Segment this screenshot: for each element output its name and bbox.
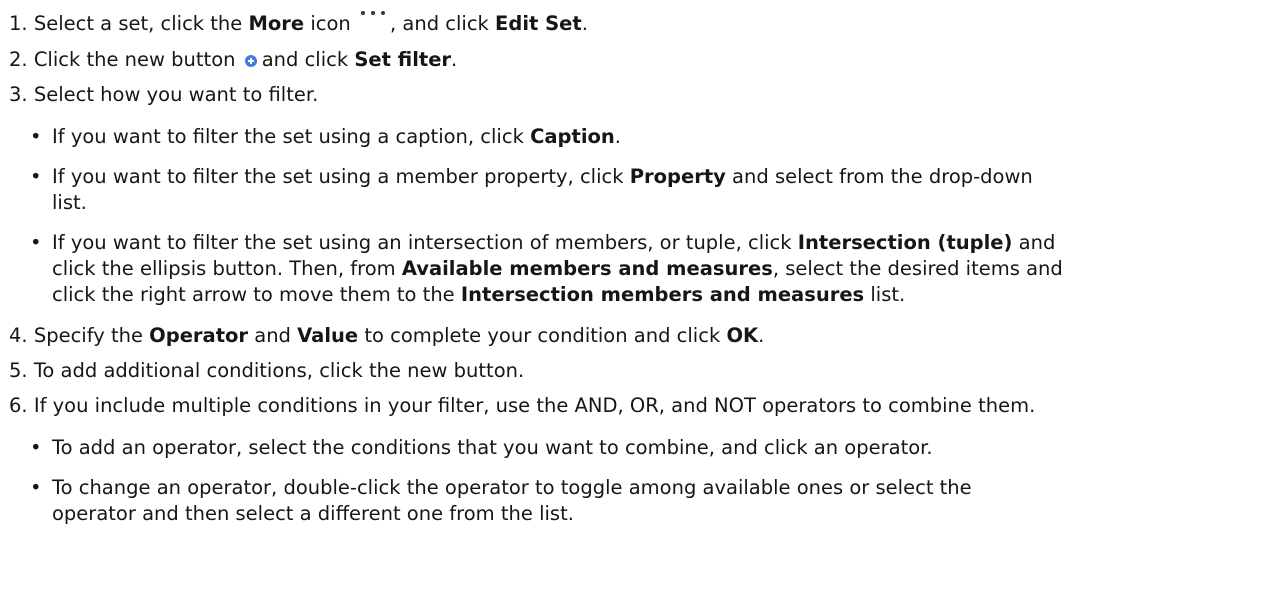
step-text: to complete your condition and click bbox=[358, 324, 727, 347]
step-text: Specify the bbox=[33, 324, 150, 347]
bullet-text: click the ellipsis button. Then, from bbox=[52, 257, 402, 280]
step-3: 3. Select how you want to filter. bbox=[9, 81, 318, 109]
step-2: 2. Click the new button and click Set fi… bbox=[9, 46, 457, 74]
ui-term-more: More bbox=[248, 12, 305, 35]
step-number: 2. bbox=[9, 48, 28, 71]
step-text: If you include multiple conditions in yo… bbox=[33, 394, 1036, 417]
step-3-bullet-property: • If you want to filter the set using a m… bbox=[30, 163, 1033, 191]
bullet: • bbox=[30, 436, 42, 459]
ui-term-property: Property bbox=[629, 165, 726, 188]
ui-term-caption: Caption bbox=[530, 125, 615, 148]
step-3-bullet-intersection: • If you want to filter the set using an … bbox=[30, 229, 1055, 257]
ui-term-value: Value bbox=[297, 324, 359, 347]
bullet-text: If you want to filter the set using a me… bbox=[52, 165, 630, 188]
bullet-text: operator and then select a different one… bbox=[52, 502, 574, 525]
step-3-bullet-intersection-cont-1: click the ellipsis button. Then, from Av… bbox=[52, 255, 1063, 283]
ui-term-intersection-tuple: Intersection (tuple) bbox=[797, 231, 1013, 254]
step-3-bullet-intersection-cont-2: click the right arrow to move them to th… bbox=[52, 281, 905, 309]
step-number: 4. bbox=[9, 324, 28, 347]
bullet-text: and bbox=[1012, 231, 1056, 254]
step-1: 1. Select a set, click the More icon , a… bbox=[9, 10, 588, 38]
bullet-text: , select the desired items and bbox=[772, 257, 1063, 280]
ui-term-ok: OK bbox=[726, 324, 759, 347]
bullet-text: list. bbox=[52, 191, 87, 214]
step-number: 5. bbox=[9, 359, 28, 382]
step-text: , and click bbox=[389, 12, 496, 35]
ui-term-edit-set: Edit Set bbox=[495, 12, 582, 35]
bullet-text: click the right arrow to move them to th… bbox=[52, 283, 461, 306]
step-text: . bbox=[451, 48, 458, 71]
bullet: • bbox=[30, 476, 42, 499]
step-6-bullet-add-operator: • To add an operator, select the conditio… bbox=[30, 434, 933, 462]
document: 1. Select a set, click the More icon , a… bbox=[0, 0, 1264, 591]
bullet-text: If you want to filter the set using a ca… bbox=[52, 125, 531, 148]
bullet-text: To add an operator, select the condition… bbox=[52, 436, 933, 459]
bullet-text: and select from the drop-down bbox=[725, 165, 1033, 188]
step-6: 6. If you include multiple conditions in… bbox=[9, 392, 1035, 420]
ui-term-available-members: Available members and measures bbox=[401, 257, 773, 280]
step-text: . bbox=[581, 12, 588, 35]
step-text: . bbox=[758, 324, 765, 347]
step-text: and bbox=[248, 324, 298, 347]
step-6-bullet-change-operator-cont: operator and then select a different one… bbox=[52, 500, 574, 528]
bullet-text: If you want to filter the set using an i… bbox=[52, 231, 798, 254]
bullet-text: To change an operator, double-click the … bbox=[52, 476, 972, 499]
more-icon bbox=[360, 10, 390, 24]
step-text: Select how you want to filter. bbox=[33, 83, 319, 106]
step-text: Click the new button bbox=[33, 48, 236, 71]
step-5: 5. To add additional conditions, click t… bbox=[9, 357, 524, 385]
bullet: • bbox=[30, 165, 42, 188]
ui-term-set-filter: Set filter bbox=[354, 48, 452, 71]
step-number: 6. bbox=[9, 394, 28, 417]
step-text: icon bbox=[304, 12, 351, 35]
step-6-bullet-change-operator: • To change an operator, double-click the… bbox=[30, 474, 972, 502]
step-3-bullet-caption: • If you want to filter the set using a c… bbox=[30, 123, 621, 151]
new-button-icon bbox=[244, 55, 257, 67]
step-3-bullet-property-cont: list. bbox=[52, 189, 87, 217]
ui-term-operator: Operator bbox=[149, 324, 249, 347]
bullet-text: . bbox=[614, 125, 621, 148]
step-text: Select a set, click the bbox=[33, 12, 249, 35]
step-text: To add additional conditions, click the … bbox=[33, 359, 525, 382]
bullet-text: list. bbox=[864, 283, 906, 306]
bullet: • bbox=[30, 125, 42, 148]
step-text: and click bbox=[261, 48, 355, 71]
step-number: 3. bbox=[9, 83, 28, 106]
step-4: 4. Specify the Operator and Value to com… bbox=[9, 322, 764, 350]
ui-term-intersection-members: Intersection members and measures bbox=[460, 283, 865, 306]
step-number: 1. bbox=[9, 12, 28, 35]
bullet: • bbox=[30, 231, 42, 254]
